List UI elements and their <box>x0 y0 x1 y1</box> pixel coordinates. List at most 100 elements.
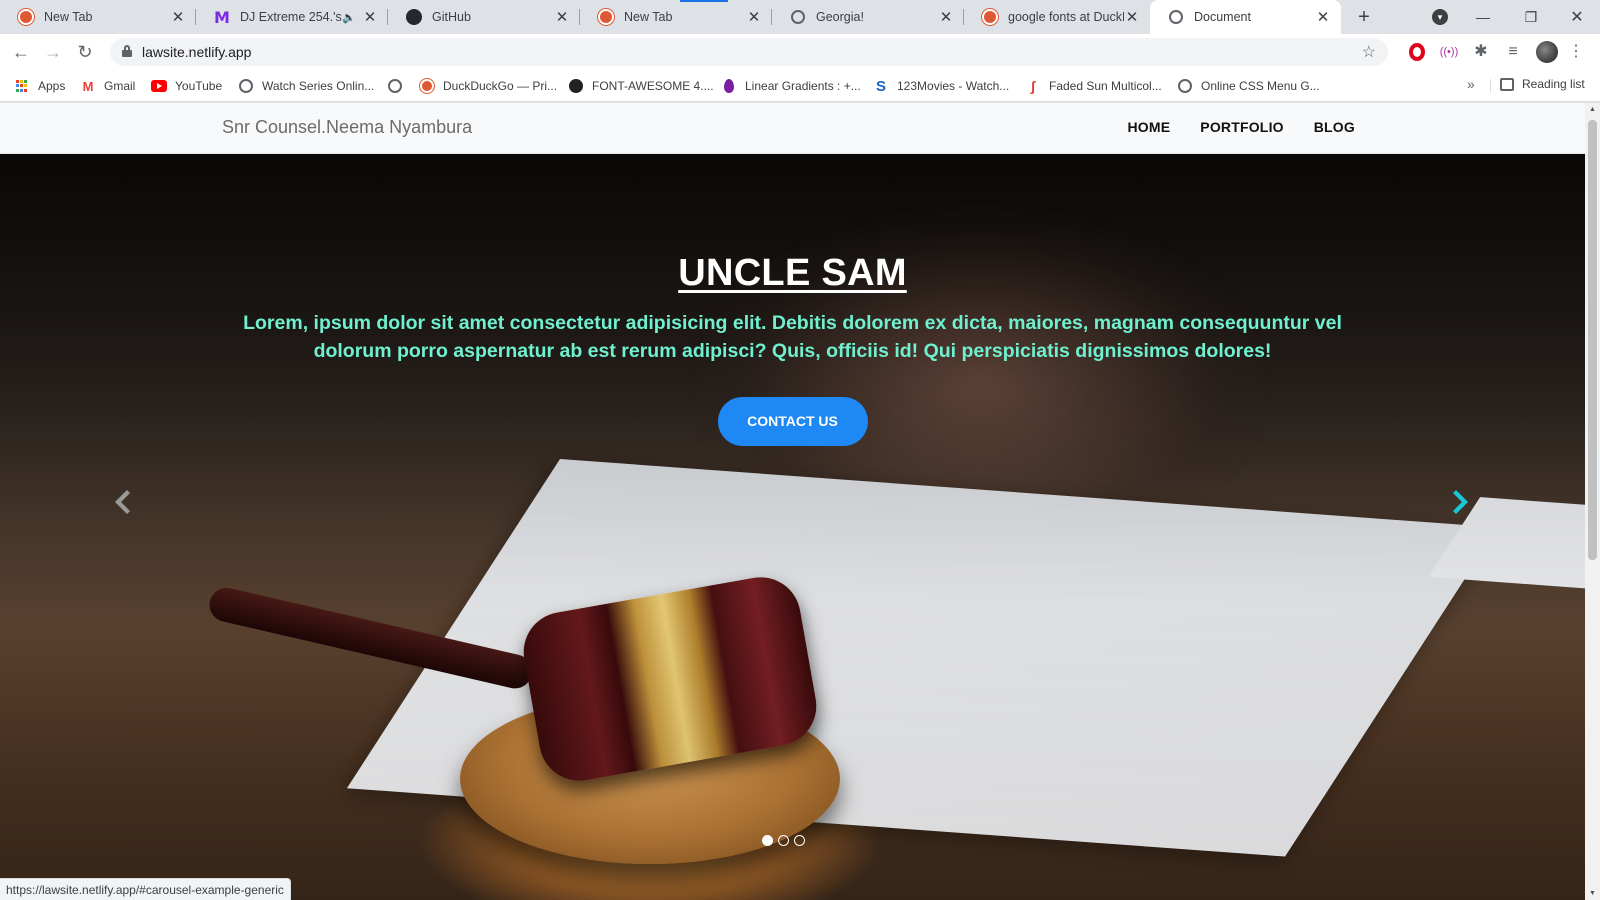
reading-list-label: Reading list <box>1522 77 1585 91</box>
bookmark-font-awesome[interactable]: FONT-AWESOME 4.... <box>568 77 714 95</box>
status-bar-url: https://lawsite.netlify.app/#carousel-ex… <box>0 878 291 900</box>
globe-icon <box>1177 78 1193 94</box>
tab-document[interactable]: Document ✕ <box>1150 0 1341 34</box>
faded-sun-icon: ʃ <box>1030 78 1036 94</box>
tab-new-tab-1[interactable]: New Tab ✕ <box>0 0 196 34</box>
globe-icon <box>387 78 403 94</box>
globe-icon <box>790 9 806 25</box>
bookmark-label: YouTube <box>175 79 223 93</box>
globe-icon <box>238 78 254 94</box>
tab-google-fonts[interactable]: google fonts at DuckDu ✕ <box>964 0 1150 34</box>
bookmark-youtube[interactable]: YouTube <box>151 77 222 95</box>
bookmark-star-icon[interactable]: ☆ <box>1362 42 1376 62</box>
speaker-icon[interactable]: 🔈 <box>342 11 356 24</box>
address-bar[interactable]: lawsite.netlify.app ☆ <box>110 38 1388 66</box>
forward-button[interactable]: → <box>40 39 66 65</box>
bookmark-label: Linear Gradients : +... <box>745 79 861 93</box>
close-icon[interactable]: ✕ <box>170 8 186 26</box>
scroll-up-icon[interactable]: ▲ <box>1588 106 1597 113</box>
reading-list-button[interactable]: Reading list <box>1500 77 1600 91</box>
bookmark-duckduckgo[interactable]: DuckDuckGo — Pri... <box>419 77 557 95</box>
page-scrollbar[interactable]: ▲ ▼ <box>1585 103 1600 900</box>
apps-grid-icon <box>14 78 30 94</box>
carousel-prev-icon[interactable] <box>107 487 137 517</box>
carousel-next-icon[interactable] <box>1446 487 1476 517</box>
profile-avatar[interactable] <box>1536 41 1558 63</box>
bookmark-label: Online CSS Menu G... <box>1201 79 1320 93</box>
youtube-icon <box>151 78 167 94</box>
broadcast-extension-icon[interactable]: ((•)) <box>1439 42 1459 62</box>
address-url[interactable]: lawsite.netlify.app <box>142 44 251 60</box>
font-awesome-icon <box>568 78 584 94</box>
close-icon[interactable]: ✕ <box>362 8 378 26</box>
tab-title: DJ Extreme 254.'s Fa <box>240 10 342 24</box>
window-close-button[interactable]: ✕ <box>1554 0 1600 34</box>
browser-toolbar: ← → ↻ lawsite.netlify.app ☆ ((•)) ✱ ≡ ⋮ <box>0 34 1600 70</box>
bookmark-watch-series[interactable]: Watch Series Onlin... <box>238 77 374 95</box>
more-bookmarks-icon[interactable]: » <box>1467 76 1475 92</box>
restore-button[interactable]: ❐ <box>1508 0 1554 34</box>
carousel-indicator-2[interactable] <box>778 835 789 846</box>
hero-text: Lorem, ipsum dolor sit amet consectetur … <box>243 312 1342 362</box>
bookmark-label: Faded Sun Multicol... <box>1049 79 1162 93</box>
bookmark-gmail[interactable]: M Gmail <box>80 77 136 95</box>
tab-title: New Tab <box>624 10 673 24</box>
menu-kebab-icon[interactable]: ⋮ <box>1568 42 1584 62</box>
tab-new-tab-2[interactable]: New Tab ✕ <box>580 0 772 34</box>
hero-carousel: UNCLE SAM Lorem, ipsum dolor sit amet co… <box>0 154 1585 900</box>
globe-icon <box>1168 9 1184 25</box>
bookmark-label: Apps <box>38 79 66 93</box>
bookmark-label: DuckDuckGo — Pri... <box>443 79 558 93</box>
tab-title: Document <box>1194 10 1251 24</box>
site-nav-links: HOME PORTFOLIO BLOG <box>1127 119 1355 135</box>
tab-title: google fonts at DuckDu <box>1008 10 1124 24</box>
media-control-icon[interactable]: ≡ <box>1503 42 1523 62</box>
reading-list-icon <box>1500 77 1514 91</box>
browser-window: New Tab ✕ M DJ Extreme 254.'s Fa 🔈 ✕ Git… <box>0 0 1600 900</box>
s-icon: S <box>875 77 886 95</box>
minimize-button[interactable]: — <box>1460 0 1506 34</box>
site-brand[interactable]: Snr Counsel.Neema Nyambura <box>222 117 472 138</box>
bookmark-label: FONT-AWESOME 4.... <box>592 79 714 93</box>
mixcloud-icon: M <box>214 7 230 27</box>
close-icon[interactable]: ✕ <box>746 8 762 26</box>
tab-dj-extreme[interactable]: M DJ Extreme 254.'s Fa 🔈 ✕ <box>196 0 388 34</box>
nav-portfolio-link[interactable]: PORTFOLIO <box>1200 119 1283 135</box>
close-icon[interactable]: ✕ <box>1315 8 1331 26</box>
close-icon[interactable]: ✕ <box>1124 8 1140 26</box>
nav-home-link[interactable]: HOME <box>1127 119 1170 135</box>
bookmark-faded-sun[interactable]: ʃ Faded Sun Multicol... <box>1025 77 1162 95</box>
carousel-indicator-1[interactable] <box>762 835 773 846</box>
scrollbar-thumb[interactable] <box>1588 120 1597 560</box>
tab-georgia[interactable]: Georgia! ✕ <box>772 0 964 34</box>
opera-extension-icon[interactable] <box>1409 43 1425 61</box>
bookmark-label: Watch Series Onlin... <box>262 79 375 93</box>
close-icon[interactable]: ✕ <box>554 8 570 26</box>
gmail-icon: M <box>82 78 94 94</box>
reload-button[interactable]: ↻ <box>72 39 98 65</box>
tab-search-icon[interactable]: ▾ <box>1432 9 1448 25</box>
back-button[interactable]: ← <box>8 39 34 65</box>
bookmark-label: 123Movies - Watch... <box>897 79 1010 93</box>
duckduckgo-icon <box>598 9 614 25</box>
scroll-down-icon[interactable]: ▼ <box>1588 890 1597 897</box>
bookmark-label: Gmail <box>104 79 136 93</box>
hero-title: UNCLE SAM <box>678 252 907 294</box>
site-navbar: Snr Counsel.Neema Nyambura HOME PORTFOLI… <box>0 103 1585 154</box>
close-icon[interactable]: ✕ <box>938 8 954 26</box>
drop-icon <box>721 78 737 94</box>
bookmark-online-css-menu[interactable]: Online CSS Menu G... <box>1177 77 1320 95</box>
lock-icon[interactable] <box>122 45 132 57</box>
nav-blog-link[interactable]: BLOG <box>1314 119 1355 135</box>
bookmark-123movies[interactable]: S 123Movies - Watch... <box>873 77 1009 95</box>
bookmark-apps[interactable]: Apps <box>14 77 65 95</box>
contact-us-button[interactable]: CONTACT US <box>717 397 868 446</box>
new-tab-button[interactable]: + <box>1351 4 1377 30</box>
tab-github[interactable]: GitHub ✕ <box>388 0 580 34</box>
bookmark-unnamed[interactable] <box>387 77 411 95</box>
bookmark-linear-gradients[interactable]: Linear Gradients : +... <box>721 77 861 95</box>
puzzle-extensions-icon[interactable]: ✱ <box>1471 42 1491 62</box>
page-viewport: Snr Counsel.Neema Nyambura HOME PORTFOLI… <box>0 103 1585 900</box>
carousel-indicator-3[interactable] <box>794 835 805 846</box>
carousel-caption: UNCLE SAM Lorem, ipsum dolor sit amet co… <box>0 252 1585 446</box>
